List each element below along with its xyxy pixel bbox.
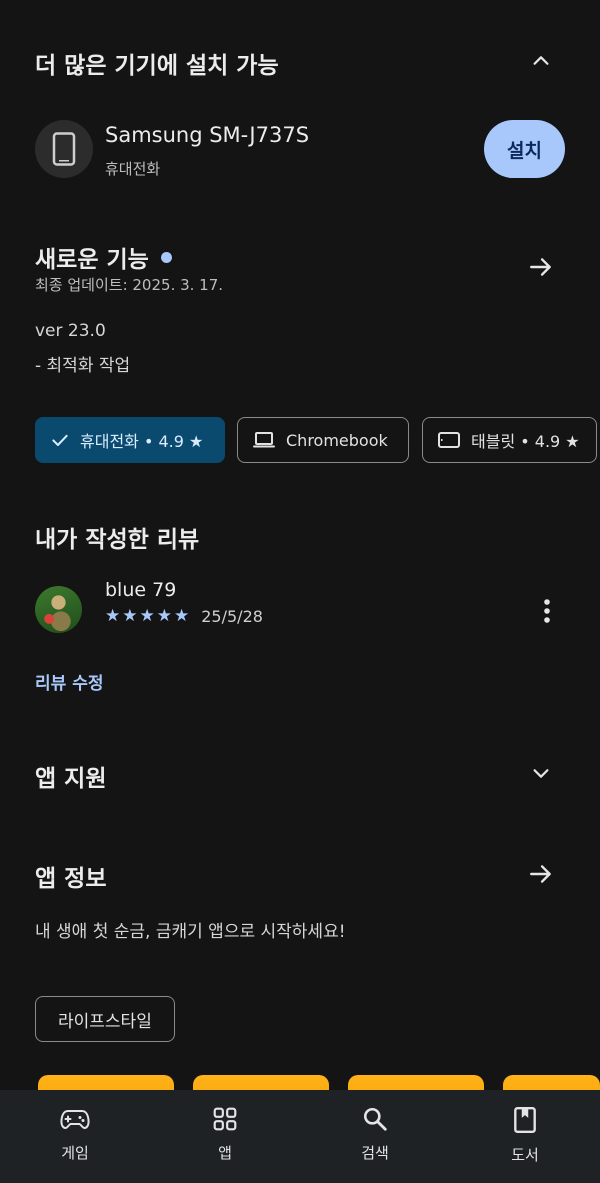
release-notes: - 최적화 작업 xyxy=(35,356,131,376)
my-review-title: 내가 작성한 리뷰 xyxy=(35,527,200,553)
star-icon: ★ xyxy=(156,606,172,626)
arrow-right-icon xyxy=(530,865,551,883)
install-button[interactable]: 설치 xyxy=(484,120,565,178)
star-icon: ★ xyxy=(122,606,138,626)
nav-label: 앱 xyxy=(218,1144,232,1162)
arrow-right-icon xyxy=(530,258,551,276)
chip-chromebook[interactable]: Chromebook xyxy=(237,417,409,463)
category-tag[interactable]: 라이프스타일 xyxy=(35,996,175,1042)
collapse-button[interactable] xyxy=(526,46,556,76)
nav-games[interactable]: 게임 xyxy=(0,1090,150,1183)
app-info-title: 앱 정보 xyxy=(35,866,107,892)
search-icon xyxy=(363,1107,387,1131)
install-section-title: 더 많은 기기에 설치 가능 xyxy=(35,53,279,79)
avatar[interactable] xyxy=(35,586,82,633)
whats-new-arrow-button[interactable] xyxy=(524,250,558,284)
check-icon xyxy=(52,434,68,446)
nav-search[interactable]: 검색 xyxy=(300,1090,450,1183)
bottom-nav: 게임 앱 검색 도서 xyxy=(0,1090,600,1183)
laptop-icon xyxy=(253,432,275,448)
device-name: Samsung SM-J737S xyxy=(105,123,310,147)
chip-label: Chromebook xyxy=(286,430,388,450)
nav-books[interactable]: 도서 xyxy=(450,1090,600,1183)
chip-label: 태블릿 • 4.9 ★ xyxy=(471,432,580,451)
chip-phone[interactable]: 휴대전화 • 4.9 ★ xyxy=(35,417,225,463)
review-username: blue 79 xyxy=(105,579,177,601)
review-more-button[interactable] xyxy=(532,594,562,628)
nav-label: 게임 xyxy=(61,1144,89,1162)
whats-new-header: 새로운 기능 xyxy=(35,240,172,274)
nav-label: 검색 xyxy=(361,1144,389,1162)
book-icon xyxy=(514,1106,536,1134)
nav-apps[interactable]: 앱 xyxy=(150,1090,300,1183)
phone-icon xyxy=(52,132,76,166)
star-icon: ★ xyxy=(105,606,121,626)
apps-grid-icon xyxy=(213,1107,237,1131)
gamepad-icon xyxy=(60,1110,90,1130)
star-icon: ★ xyxy=(139,606,155,626)
review-meta: ★ ★ ★ ★ ★ 25/5/28 xyxy=(105,606,263,626)
app-description: 내 생애 첫 순금, 금캐기 앱으로 시작하세요! xyxy=(35,922,346,942)
review-date: 25/5/28 xyxy=(201,606,263,626)
last-updated: 최종 업데이트: 2025. 3. 17. xyxy=(35,276,224,294)
app-support-expand-button[interactable] xyxy=(526,758,556,788)
rating-stars: ★ ★ ★ ★ ★ xyxy=(105,606,189,626)
device-type: 휴대전화 xyxy=(105,160,161,178)
app-support-title: 앱 지원 xyxy=(35,766,107,792)
device-icon-circle xyxy=(35,120,93,178)
new-indicator-dot xyxy=(160,251,172,263)
chip-label: 휴대전화 • 4.9 ★ xyxy=(80,432,204,451)
edit-review-link[interactable]: 리뷰 수정 xyxy=(35,669,103,694)
tablet-icon xyxy=(438,432,460,448)
more-vert-icon xyxy=(544,599,550,623)
chevron-up-icon xyxy=(533,56,549,65)
whats-new-title: 새로운 기능 xyxy=(35,247,149,273)
app-info-arrow-button[interactable] xyxy=(524,857,558,891)
chip-tablet[interactable]: 태블릿 • 4.9 ★ xyxy=(422,417,597,463)
version-text: ver 23.0 xyxy=(35,321,106,341)
chevron-down-icon xyxy=(533,769,549,778)
nav-label: 도서 xyxy=(511,1146,539,1164)
star-icon: ★ xyxy=(174,606,190,626)
